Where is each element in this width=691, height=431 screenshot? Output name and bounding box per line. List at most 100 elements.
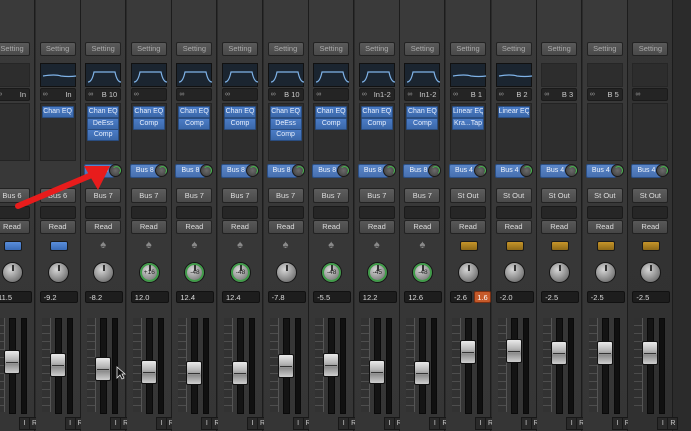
plugin-insert[interactable]: Kra...Tap <box>452 117 484 130</box>
output-button[interactable]: Bus 6 <box>39 188 76 203</box>
record-enable-button[interactable]: R <box>667 417 679 430</box>
plugin-insert[interactable]: Comp <box>360 117 393 130</box>
send-level-knob[interactable] <box>109 164 123 177</box>
input-slot[interactable]: ∞ B 1 <box>450 88 486 101</box>
group-slot[interactable] <box>130 206 167 219</box>
volume-fader[interactable] <box>232 361 248 386</box>
pan-knob[interactable]: -45 <box>366 262 388 283</box>
pan-knob[interactable]: +16 <box>138 262 160 283</box>
input-slot[interactable]: ∞ B 10 <box>85 88 122 101</box>
setting-button[interactable]: Setting <box>313 42 350 56</box>
setting-button[interactable]: Setting <box>222 42 258 56</box>
pan-knob[interactable]: -48 <box>412 262 434 283</box>
pan-knob[interactable] <box>594 262 616 283</box>
volume-readout[interactable]: -7.8 <box>267 291 306 303</box>
input-slot[interactable]: ∞ In <box>39 88 76 101</box>
volume-fader[interactable] <box>596 341 613 366</box>
volume-fader[interactable] <box>277 354 294 379</box>
volume-readout[interactable]: 11.5 <box>0 291 32 303</box>
input-slot[interactable]: ∞ B 3 <box>541 88 578 101</box>
input-slot[interactable]: ∞ In1-2 <box>358 88 395 101</box>
automation-mode-button[interactable]: Read <box>404 220 441 234</box>
pan-knob[interactable] <box>503 262 525 283</box>
output-button[interactable]: St Out <box>541 188 578 203</box>
send-level-knob[interactable] <box>246 164 259 177</box>
send-level-knob[interactable] <box>474 164 487 177</box>
automation-mode-button[interactable]: Read <box>450 220 486 234</box>
setting-button[interactable]: Setting <box>632 42 669 56</box>
volume-readout[interactable]: 12.6 <box>404 291 443 303</box>
output-button[interactable]: Bus 7 <box>176 188 213 203</box>
plugin-insert[interactable]: Comp <box>178 117 211 130</box>
group-slot[interactable] <box>586 206 623 219</box>
volume-fader[interactable] <box>140 360 157 384</box>
eq-display[interactable] <box>358 63 395 87</box>
plugin-insert[interactable]: Comp <box>224 117 256 130</box>
plugin-insert[interactable]: DeEss <box>87 117 120 130</box>
automation-mode-button[interactable]: Read <box>267 220 304 234</box>
output-button[interactable]: Bus 7 <box>404 188 441 203</box>
send-level-knob[interactable] <box>200 164 214 177</box>
volume-readout[interactable]: -2.5 <box>541 291 580 303</box>
group-slot[interactable] <box>222 206 258 219</box>
group-slot[interactable] <box>632 206 669 219</box>
output-button[interactable]: Bus 7 <box>358 188 395 203</box>
setting-button[interactable]: Setting <box>541 42 578 56</box>
setting-button[interactable]: Setting <box>358 42 395 56</box>
output-button[interactable]: St Out <box>632 188 669 203</box>
input-slot[interactable]: ∞ <box>176 88 213 101</box>
setting-button[interactable]: Setting <box>495 42 532 56</box>
automation-mode-button[interactable]: Read <box>358 220 395 234</box>
eq-display[interactable] <box>450 63 487 87</box>
pan-knob[interactable]: -48 <box>321 262 343 283</box>
plugin-insert[interactable]: Chan EQ <box>224 106 256 118</box>
send-level-knob[interactable] <box>610 164 624 177</box>
group-slot[interactable] <box>39 206 76 219</box>
eq-display[interactable] <box>130 63 167 87</box>
automation-mode-button[interactable]: Read <box>632 220 669 234</box>
eq-display[interactable] <box>0 63 30 87</box>
input-slot[interactable]: ∞ B 2 <box>495 88 532 101</box>
pan-knob[interactable] <box>458 262 479 283</box>
eq-display[interactable] <box>176 63 213 87</box>
eq-display[interactable] <box>586 63 623 87</box>
group-slot[interactable] <box>176 206 213 219</box>
send-level-knob[interactable] <box>565 164 579 177</box>
pan-knob[interactable] <box>93 262 115 283</box>
volume-readout[interactable]: 12.4 <box>176 291 215 303</box>
automation-mode-button[interactable]: Read <box>222 220 258 234</box>
input-slot[interactable]: ∞ In <box>0 88 30 101</box>
pan-knob[interactable] <box>275 262 297 283</box>
volume-fader[interactable] <box>460 340 476 365</box>
send-level-knob[interactable] <box>519 164 533 177</box>
automation-mode-button[interactable]: Read <box>39 220 76 234</box>
volume-readout[interactable]: 12.2 <box>358 291 397 303</box>
plugin-insert[interactable]: Chan EQ <box>315 106 348 118</box>
output-button[interactable]: Bus 7 <box>130 188 167 203</box>
automation-mode-button[interactable]: Read <box>130 220 167 234</box>
pan-knob[interactable]: -48 <box>230 262 251 283</box>
group-slot[interactable] <box>85 206 122 219</box>
eq-display[interactable] <box>267 63 304 87</box>
group-slot[interactable] <box>450 206 486 219</box>
plugin-insert[interactable]: Chan EQ <box>269 106 302 118</box>
setting-button[interactable]: Setting <box>130 42 167 56</box>
automation-mode-button[interactable]: Read <box>313 220 350 234</box>
pan-knob[interactable] <box>2 262 23 283</box>
volume-readout[interactable]: -2.5 <box>586 291 625 303</box>
eq-display[interactable] <box>222 63 259 87</box>
volume-fader[interactable] <box>4 349 20 374</box>
setting-button[interactable]: Setting <box>176 42 213 56</box>
pan-knob[interactable] <box>47 262 69 283</box>
plugin-insert[interactable]: Chan EQ <box>360 106 393 118</box>
plugin-insert[interactable]: Linear EQ <box>452 106 484 118</box>
pan-knob[interactable] <box>640 262 662 283</box>
plugin-insert[interactable]: Comp <box>315 117 348 130</box>
output-button[interactable]: Bus 6 <box>0 188 30 203</box>
send-level-knob[interactable] <box>337 164 351 177</box>
output-button[interactable]: St Out <box>450 188 486 203</box>
volume-readout[interactable]: -5.5 <box>313 291 352 303</box>
volume-readout[interactable]: 12.4 <box>222 291 260 303</box>
group-slot[interactable] <box>0 206 30 219</box>
automation-mode-button[interactable]: Read <box>176 220 213 234</box>
